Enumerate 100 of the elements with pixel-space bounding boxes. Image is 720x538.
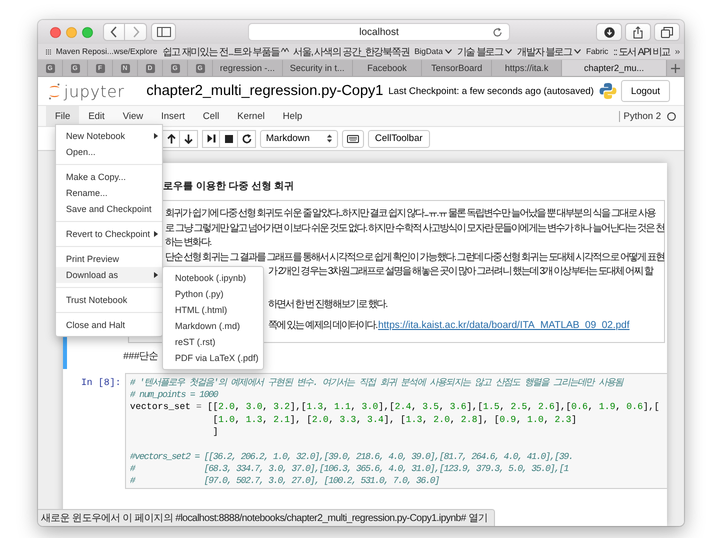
bookmark[interactable]: 개발자 블로그 xyxy=(516,44,582,58)
updown-caret-icon xyxy=(327,134,332,143)
code-editor[interactable] xyxy=(125,372,667,489)
arrow-down-icon xyxy=(184,134,193,144)
menu-option[interactable]: Print Preview xyxy=(56,251,162,267)
run-button[interactable] xyxy=(202,130,220,148)
more-bookmarks-icon[interactable] xyxy=(675,48,680,56)
checkpoint-status: Last Checkpoint: a few seconds ago (autosaved) xyxy=(388,86,594,96)
paragraph-line: 회귀가 쉽기에 다중 선형 회귀도 쉬운 줄 알았다...하지만 결코 쉽지 않다...ㅠ.ㅠ 물론 독립변수만 늘어났을 뿐 대부분의 식을 그대로 사용 xyxy=(165,207,656,221)
menu-option[interactable]: Revert to Checkpoint xyxy=(56,226,162,242)
restart-button[interactable] xyxy=(238,130,256,148)
menu-item[interactable]: Kernel xyxy=(228,106,274,126)
menu-option[interactable]: New Notebook xyxy=(56,128,162,144)
bookmark[interactable]: 쉽고 재미있는 전...트와 부품들 ^^ xyxy=(162,44,288,58)
stop-button[interactable] xyxy=(220,130,238,148)
grid-icon[interactable] xyxy=(46,46,51,56)
menu-option[interactable]: Close and Halt xyxy=(56,317,162,333)
menu-item[interactable]: Help xyxy=(274,106,312,126)
new-tab-icon[interactable] xyxy=(670,64,680,72)
markdown-heading: 로우를 이용한 다중 선형 회귀 xyxy=(163,180,294,194)
paragraph-line: 단순 선형 회귀는 그 결과를 그래프를 통해서 시각적으로 쉽게 확인이 가능했다. 그런데 다중 선형 회귀는 도대체 시각적으로 어떻게 표현 xyxy=(165,250,664,264)
step-forward-icon xyxy=(206,134,216,143)
logout-button[interactable]: Logout xyxy=(620,80,670,102)
browser-tab[interactable]: Facebook xyxy=(352,60,422,76)
code-line: # num_points = 1000 xyxy=(130,388,220,402)
keyboard-icon xyxy=(347,134,359,142)
paragraph-line: 쪽에 있는 예제의 데이터이다.https://ita.kaist.ac.kr/data/board/ITA_MATLAB_09_02.pdf xyxy=(268,319,630,333)
keyboard-button[interactable] xyxy=(342,130,364,148)
menu-option[interactable]: Rename... xyxy=(56,185,162,201)
bookmark[interactable]: Fabric xyxy=(586,47,608,56)
browser-tab[interactable]: TensorBoard xyxy=(422,60,492,76)
back-button[interactable] xyxy=(103,23,125,41)
kernel-idle-icon xyxy=(667,112,676,120)
move-up-button[interactable] xyxy=(162,130,180,148)
submenu-option[interactable]: Python (.py) xyxy=(163,286,263,302)
stop-icon xyxy=(224,134,232,142)
arrow-up-icon xyxy=(166,134,176,144)
menu-option[interactable]: Trust Notebook xyxy=(56,292,162,308)
submenu-option[interactable]: HTML (.html) xyxy=(163,302,263,318)
menu-item[interactable]: Cell xyxy=(194,106,228,126)
browser-tab[interactable]: Security in t... xyxy=(282,60,353,76)
sidebar-icon xyxy=(156,27,170,37)
bookmark[interactable]: BigData xyxy=(414,47,452,56)
code-line: [1.0, 1.3, 2.1], [2.0, 3.3, 3.4], [1.3, 2.0, 2.8], [0.9, 1.0, 2.3] xyxy=(212,414,578,426)
forward-icon xyxy=(132,26,140,38)
move-down-button[interactable] xyxy=(180,130,198,148)
share-icon xyxy=(633,26,643,38)
menu-item[interactable]: View xyxy=(114,106,152,126)
pdf-link[interactable]: https://ita.kaist.ac.kr/data/board/ITA_MATLAB_09_02.pdf xyxy=(378,320,630,331)
menu-option[interactable]: Download as xyxy=(56,267,162,283)
downloads-button[interactable] xyxy=(596,23,622,41)
code-line: # [97.0, 502.7, 3.0, 27.0], [100.2, 531.0, 7.0, 36.0] xyxy=(130,475,440,488)
chevron-down-icon xyxy=(574,49,582,54)
notebook-title[interactable]: chapter2_multi_regression.py-Copy1 xyxy=(146,83,384,99)
menu-item[interactable]: File xyxy=(46,106,80,126)
sidebar-button[interactable] xyxy=(151,23,176,41)
python-logo-icon xyxy=(598,82,617,100)
bookmark[interactable]: :: 도서 API 비교 xyxy=(613,44,670,58)
jupyter-wordmark: jupyter xyxy=(64,82,124,100)
chevron-down-icon xyxy=(504,49,512,54)
markdown-source-line: ###단순 xyxy=(123,350,158,362)
browser-tab[interactable]: chapter2_mu... xyxy=(562,60,667,76)
code-line: #vectors_set2 = [[36.2, 206.2, 1.0, 32.0],[39.0, 218.6, 4.0, 39.0],[81.7, 264.6, 4.0, 41.0],[39. xyxy=(130,450,574,463)
bookmark[interactable]: 기술 블로그 xyxy=(456,44,512,58)
kernel-name: Python 2 xyxy=(624,110,661,122)
back-icon xyxy=(110,26,118,38)
paragraph-line: 가 2개인 경우는 3차원그래프로 설명을 해놓은 곳이 많아 그러려니 했는데 3개 이상부터는 도대체 어찌 할 xyxy=(268,265,652,279)
tab-overview-button[interactable] xyxy=(654,23,680,41)
submenu-option[interactable]: PDF via LaTeX (.pdf) xyxy=(163,350,263,366)
menu-item[interactable]: Insert xyxy=(152,106,194,126)
menu-item[interactable]: Edit xyxy=(79,106,114,126)
chevron-down-icon xyxy=(444,49,452,54)
status-bar: 새로운 윈도우에서 이 페이지의 #localhost:8888/notebooks/chapter2_multi_regression.py-Copy1.ipynb# 열기 xyxy=(38,509,495,526)
paragraph-line: 로 그냥 그렇게만 알고 넘어가면 이보다 쉬운 것도 없다. 하지만 수학적 사고방식이 모자란 문들이에게는 변수가 하나 늘어난다는 것은 천 xyxy=(165,222,664,236)
code-line: # [68.3, 334.7, 3.0, 37.0],[106.3, 365.6, 4.0, 31.0],[123.9, 379.3, 5.0, 35.0],[1 xyxy=(130,462,570,476)
submenu-option[interactable]: Notebook (.ipynb) xyxy=(163,270,263,286)
submenu-option[interactable]: Markdown (.md) xyxy=(163,318,263,334)
jupyter-logo-icon xyxy=(48,82,61,100)
submenu-arrow-icon xyxy=(154,272,158,278)
download-icon xyxy=(604,26,614,38)
code-line: vectors_set = [[2.0, 3.0, 3.2],[1.3, 1.1, 3.0],[2.4, 3.5, 3.6],[1.5, 2.5, 2.6],[0.6, 1.9, 0.6],[ xyxy=(130,401,660,414)
submenu-arrow-icon xyxy=(154,231,158,237)
paragraph-line: 하면서 한 번 진행해보기로 했다. xyxy=(268,298,387,312)
cell-toolbar-button[interactable]: CellToolbar xyxy=(368,130,430,148)
menu-option[interactable]: Open... xyxy=(56,144,162,160)
bookmark[interactable]: Maven Reposi...wse/Explore xyxy=(56,47,158,56)
input-prompt: In [8]: xyxy=(80,376,122,390)
reload-icon xyxy=(492,27,503,38)
submenu-option[interactable]: reST (.rst) xyxy=(163,334,263,350)
address-bar[interactable]: localhost xyxy=(248,23,510,41)
paragraph-line: 하는 변화다. xyxy=(165,236,211,250)
code-line: # '텐서플로우 첫걸음'의 예제에서 구현된 변수. 여기서는 직접 회귀 분석에 사용되지는 않고 산점도 행렬을 그리는데만 사용됨 xyxy=(130,376,625,389)
cell-type-select[interactable]: Markdown xyxy=(260,130,338,148)
browser-tab[interactable]: regression -... xyxy=(213,60,283,76)
restart-icon xyxy=(242,134,252,144)
bookmark[interactable]: 서울, 사색의 공간_한강북쪽권 xyxy=(293,44,410,58)
share-button[interactable] xyxy=(625,23,651,41)
menu-option[interactable]: Save and Checkpoint xyxy=(56,201,162,217)
close-window-button[interactable] xyxy=(50,26,61,38)
menu-option[interactable]: Make a Copy... xyxy=(56,169,162,185)
